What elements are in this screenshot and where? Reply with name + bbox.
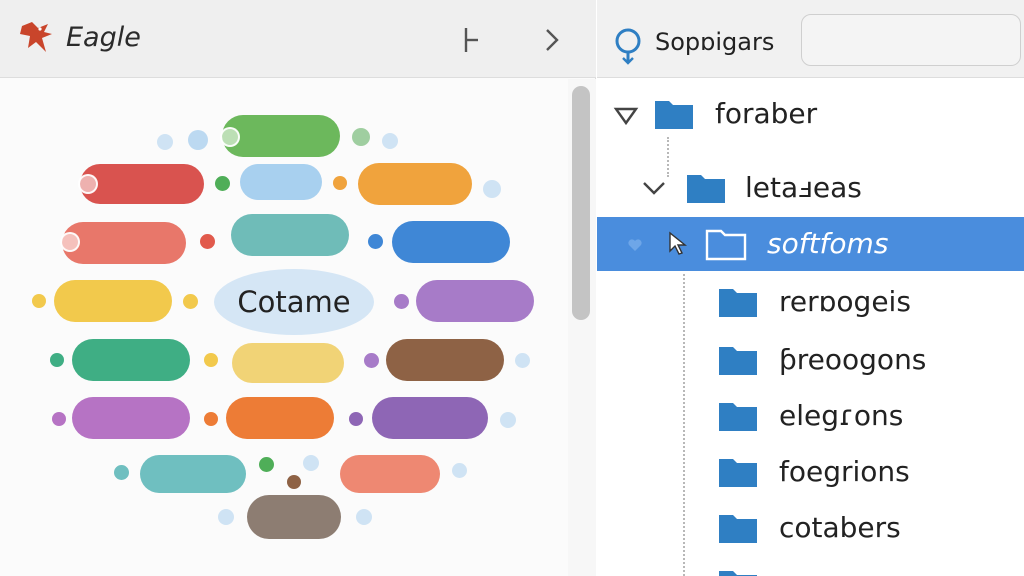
tree-item-label: cotabers [779, 511, 901, 544]
mindmap-node[interactable] [247, 495, 341, 539]
folder-pane: Sopɒigars foraber letaⅎeas softfoms rerɒ… [597, 0, 1024, 576]
mindmap-node[interactable] [140, 455, 246, 493]
mindmap-node[interactable] [392, 221, 510, 263]
node-dot [50, 353, 64, 367]
tree-item-rerogeis[interactable]: rerɒogeis [597, 275, 1024, 329]
tree-item-label: softfoms [767, 227, 889, 260]
tree-item-preoogons[interactable]: ƥreoogons [597, 333, 1024, 387]
node-dot [200, 234, 215, 249]
node-dot [157, 134, 173, 150]
right-header: Sopɒigars [597, 0, 1024, 78]
folder-open-icon [705, 229, 747, 261]
node-dot [183, 294, 198, 309]
folder-tree: foraber letaⅎeas softfoms rerɒogeis ƥreo… [597, 79, 1024, 576]
mindmap-node[interactable] [226, 397, 334, 439]
mindmap-node[interactable] [240, 164, 322, 200]
tree-item-letafeas[interactable]: letaⅎeas [597, 161, 1024, 215]
mindmap-pane: Eagle Cotame [0, 0, 596, 576]
tree-item-label: elegɾons [779, 399, 904, 432]
center-node[interactable]: Cotame [214, 269, 374, 335]
node-dot [204, 412, 218, 426]
scrollbar-thumb[interactable] [572, 86, 590, 320]
folder-icon [719, 515, 757, 543]
node-dot [287, 475, 301, 489]
mindmap-node[interactable] [72, 339, 190, 381]
node-dot [188, 130, 208, 150]
chevron-down-icon[interactable] [641, 177, 667, 199]
node-handle[interactable] [220, 127, 240, 147]
node-dot [32, 294, 46, 308]
tree-item-label: foraber [715, 97, 818, 130]
tree-item-label: ƥreoogons [779, 343, 927, 376]
tree-item-cotabers[interactable]: cotabers [597, 501, 1024, 555]
app-window: Eagle Cotame Sopɒigars foraber letaⅎeas … [0, 0, 1024, 576]
mindmap-node[interactable] [416, 280, 534, 322]
mindmap-canvas[interactable]: Cotame [0, 79, 568, 576]
tree-item-foegrions[interactable]: foegrions [597, 445, 1024, 499]
folder-icon [719, 403, 757, 431]
node-dot [452, 463, 467, 478]
mindmap-node[interactable] [372, 397, 488, 439]
node-dot [483, 180, 501, 198]
folder-icon [719, 459, 757, 487]
node-handle[interactable] [78, 174, 98, 194]
mindmap-node[interactable] [80, 164, 204, 204]
node-dot [204, 353, 218, 367]
tree-item-label: rerɒogeis [779, 285, 911, 318]
tree-item-label: foegrions [779, 455, 910, 488]
eagle-logo-icon [20, 22, 52, 52]
mindmap-node[interactable] [54, 280, 172, 322]
chevron-right-icon[interactable] [538, 24, 566, 56]
folder-icon [719, 347, 757, 375]
search-icon[interactable] [613, 26, 647, 68]
node-dot [515, 353, 530, 368]
folder-icon [687, 175, 725, 203]
app-title: Eagle [66, 22, 141, 53]
mindmap-node[interactable] [231, 214, 349, 256]
cursor-icon [669, 231, 687, 255]
node-handle[interactable] [60, 232, 80, 252]
heart-icon [628, 239, 642, 251]
node-dot [394, 294, 409, 309]
tree-item-label: letaⅎeas [745, 171, 862, 204]
mindmap-node[interactable] [232, 343, 344, 383]
folder-icon [719, 289, 757, 317]
mindmap-node[interactable] [340, 455, 440, 493]
folder-icon [655, 101, 693, 129]
node-dot [215, 176, 230, 191]
node-dot [333, 176, 347, 190]
tree-item-elegrons[interactable]: elegɾons [597, 389, 1024, 443]
node-dot [352, 128, 370, 146]
split-view-icon[interactable] [458, 24, 486, 56]
node-dot [259, 457, 274, 472]
tree-item-partial[interactable] [597, 557, 1024, 576]
mindmap-node[interactable] [358, 163, 472, 205]
node-dot [368, 234, 383, 249]
mindmap-node[interactable] [386, 339, 504, 381]
node-dot [364, 353, 379, 368]
node-dot [114, 465, 129, 480]
node-dot [382, 133, 398, 149]
node-dot [356, 509, 372, 525]
expand-arrow-icon[interactable] [613, 105, 639, 127]
tree-item-softfoms[interactable]: softfoms [597, 217, 1024, 271]
node-dot [52, 412, 66, 426]
mindmap-node[interactable] [72, 397, 190, 439]
node-dot [500, 412, 516, 428]
tree-item-foraber[interactable]: foraber [597, 87, 1024, 141]
left-header: Eagle [0, 0, 596, 78]
folder-icon [719, 571, 757, 576]
node-dot [349, 412, 363, 426]
node-dot [218, 509, 234, 525]
node-dot [303, 455, 319, 471]
mindmap-node[interactable] [62, 222, 186, 264]
search-label: Sopɒigars [655, 28, 775, 56]
search-input[interactable] [801, 14, 1021, 66]
